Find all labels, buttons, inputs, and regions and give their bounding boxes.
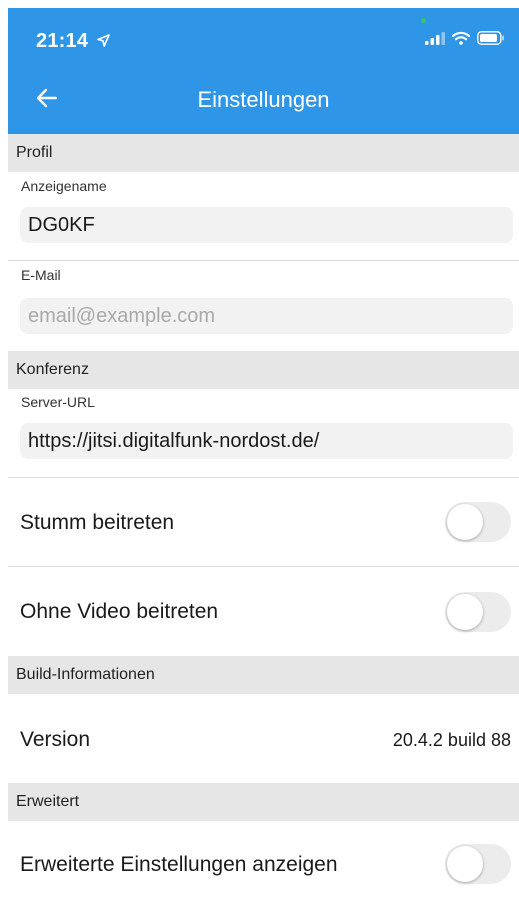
advanced-settings-label: Erweiterte Einstellungen anzeigen xyxy=(20,853,338,876)
display-name-field[interactable]: DG0KF xyxy=(20,207,513,243)
battery-icon xyxy=(477,31,505,50)
location-arrow-icon xyxy=(97,30,110,53)
toggle-knob xyxy=(447,594,483,630)
mute-join-label: Stumm beitreten xyxy=(20,511,175,534)
email-field[interactable] xyxy=(20,298,513,334)
camera-indicator-dot xyxy=(421,18,426,23)
server-url-label: Server-URL xyxy=(21,394,95,410)
section-header-konferenz: Konferenz xyxy=(8,351,519,389)
section-header-build: Build-Informationen xyxy=(8,656,519,694)
advanced-settings-toggle[interactable] xyxy=(445,844,511,884)
no-video-join-label: Ohne Video beitreten xyxy=(20,600,219,623)
page-title: Einstellungen xyxy=(197,87,330,112)
status-time-text: 21:14 xyxy=(36,30,89,52)
status-bar-time: 21:14 xyxy=(36,30,110,53)
display-name-label: Anzeigename xyxy=(21,178,107,194)
wifi-icon xyxy=(451,31,471,50)
divider xyxy=(8,260,519,261)
email-label: E-Mail xyxy=(21,267,61,283)
section-header-profil: Profil xyxy=(8,134,519,172)
toggle-knob xyxy=(447,846,483,882)
mute-join-toggle[interactable] xyxy=(445,502,511,542)
toggle-knob xyxy=(447,504,483,540)
status-bar-icons xyxy=(425,31,505,50)
section-header-erweitert: Erweitert xyxy=(8,783,519,821)
app-header: 21:14 Einstellungen xyxy=(8,8,519,134)
divider xyxy=(8,477,519,478)
version-label: Version xyxy=(20,728,91,751)
divider xyxy=(8,566,519,567)
version-value: 20.4.2 build 88 xyxy=(392,730,511,750)
server-url-field[interactable]: https://jitsi.digitalfunk-nordost.de/ xyxy=(20,423,513,459)
signal-icon xyxy=(425,31,445,50)
settings-screen: 21:14 Einstellungen Profil Anzeigename D… xyxy=(8,8,519,906)
no-video-join-toggle[interactable] xyxy=(445,592,511,632)
